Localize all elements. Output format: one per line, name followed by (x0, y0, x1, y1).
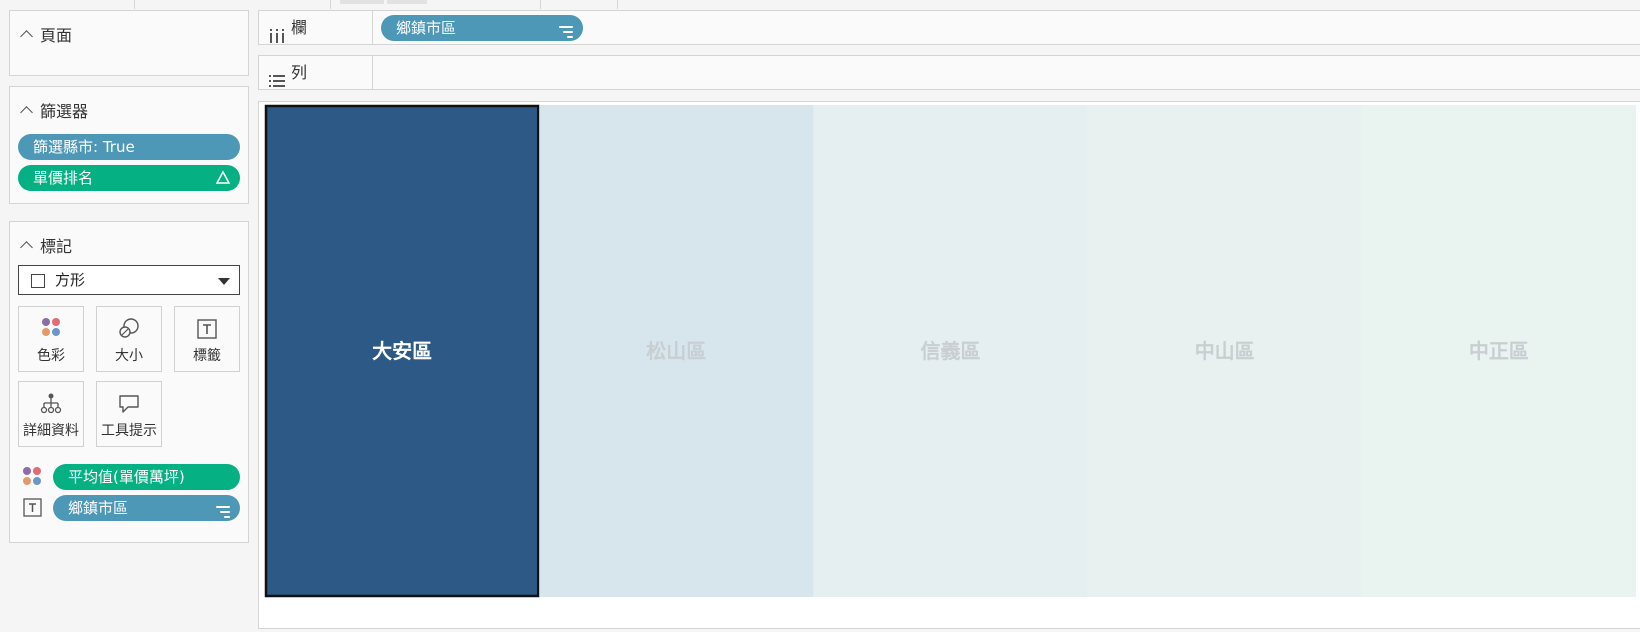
filters-card-header[interactable]: 篩選器 (20, 98, 89, 122)
sort-icon (216, 495, 230, 521)
columns-shelf-label: 欄 (291, 18, 308, 37)
mark-type-dropdown[interactable]: 方形 (18, 265, 240, 295)
color-field-label: 平均值(單價萬坪) (68, 468, 185, 486)
dropdown-arrow-icon (218, 278, 230, 285)
toolbar-tab-stub[interactable] (387, 0, 427, 4)
columns-shelf[interactable]: 欄 鄉鎮市區 (258, 10, 1640, 45)
square-mark-label: 中正區 (1469, 339, 1529, 363)
tooltip-button[interactable]: 工具提示 (96, 381, 162, 447)
toolbar-tab-stub[interactable] (340, 0, 384, 4)
square-chart[interactable]: 大安區 松山區 信義區 中山區 中正區 (259, 102, 1640, 628)
color-button-label: 色彩 (37, 348, 65, 364)
rows-shelf-label-area: 列 (259, 56, 373, 89)
filters-card: 篩選器 篩選縣市: True 單價排名 (9, 86, 249, 204)
label-button-label: 標籤 (193, 348, 221, 364)
detail-button[interactable]: 詳細資料 (18, 381, 84, 447)
size-icon (119, 318, 139, 338)
pages-card-header[interactable]: 頁面 (20, 22, 73, 46)
columns-field-pill[interactable]: 鄉鎮市區 (381, 15, 583, 41)
sort-icon (559, 15, 573, 41)
pages-card: 頁面 (9, 10, 249, 76)
rows-shelf-label: 列 (291, 63, 308, 82)
collapse-caret-icon[interactable] (20, 240, 33, 254)
viz-canvas[interactable]: 大安區 松山區 信義區 中山區 中正區 (258, 101, 1640, 629)
collapse-caret-icon[interactable] (20, 29, 33, 43)
color-button[interactable]: 色彩 (18, 306, 84, 372)
marks-card: 標記 方形 色彩 大小 標籤 詳細資料 工具提示 平均值(單價萬坪) 鄉鎮市區 (9, 221, 249, 543)
square-mark-icon (31, 274, 45, 288)
label-encoding-icon (22, 497, 44, 523)
divider (330, 0, 331, 9)
label-field-pill[interactable]: 鄉鎮市區 (53, 495, 240, 521)
rows-icon (269, 66, 285, 99)
size-button-label: 大小 (115, 348, 143, 364)
top-toolbar-strip (0, 0, 1640, 10)
text-label-icon (197, 319, 217, 339)
columns-field-label: 鄉鎮市區 (396, 19, 457, 37)
filters-card-title: 篩選器 (40, 102, 89, 121)
columns-shelf-label-area: 欄 (259, 11, 373, 44)
divider (617, 0, 618, 9)
pages-card-title: 頁面 (40, 26, 73, 45)
tooltip-button-label: 工具提示 (101, 423, 157, 439)
filter-pill-label: 篩選縣市: True (33, 138, 135, 156)
filter-pill-label: 單價排名 (33, 169, 94, 187)
columns-icon (269, 21, 285, 54)
divider (540, 0, 541, 9)
mark-type-label: 方形 (55, 271, 86, 289)
marks-card-title: 標記 (40, 237, 73, 256)
size-button[interactable]: 大小 (96, 306, 162, 372)
marks-card-header[interactable]: 標記 (20, 233, 73, 257)
label-field-label: 鄉鎮市區 (68, 499, 129, 517)
filter-pill-county[interactable]: 篩選縣市: True (18, 134, 240, 160)
delta-icon (215, 165, 231, 199)
square-mark-label: 信義區 (921, 339, 981, 363)
detail-button-label: 詳細資料 (23, 423, 79, 439)
collapse-caret-icon[interactable] (20, 105, 33, 119)
color-encoding-icon (22, 466, 44, 488)
label-button[interactable]: 標籤 (174, 306, 240, 372)
square-mark-label: 大安區 (372, 339, 432, 363)
rows-shelf[interactable]: 列 (258, 55, 1640, 90)
tooltip-icon (119, 395, 139, 413)
color-dots-icon (41, 317, 61, 337)
detail-icon (40, 393, 62, 414)
filter-pill-price-rank[interactable]: 單價排名 (18, 165, 240, 191)
divider (134, 0, 135, 9)
color-field-pill[interactable]: 平均值(單價萬坪) (53, 464, 240, 490)
square-mark-label: 松山區 (646, 339, 706, 363)
square-mark-label: 中山區 (1195, 339, 1255, 363)
